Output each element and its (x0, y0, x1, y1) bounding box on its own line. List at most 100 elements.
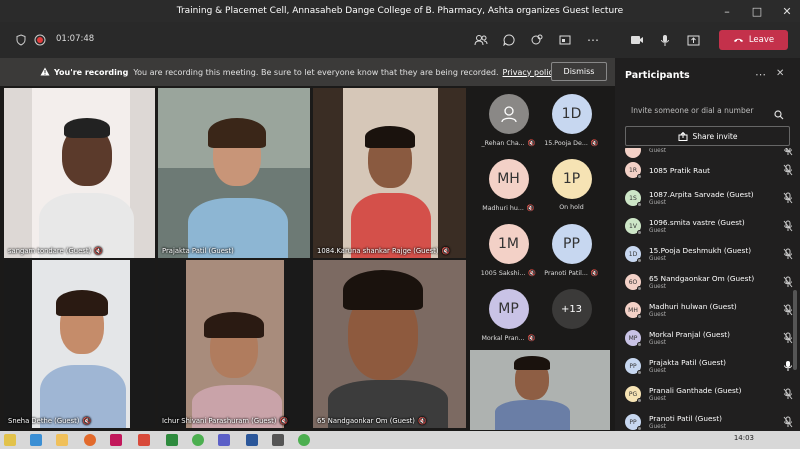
microphone-icon[interactable] (654, 29, 676, 51)
video-tile[interactable]: Sneha Dethe (Guest) 🔇 (4, 260, 155, 428)
close-icon[interactable]: ✕ (776, 68, 784, 79)
avatar-tile[interactable]: 1P On hold (544, 159, 599, 211)
tile-name: 65 Nandgaonkar Om (Guest) (317, 417, 415, 425)
mic-off-icon (784, 148, 793, 156)
participant-row[interactable]: PP Pranoti Patil (Guest) Guest (625, 408, 795, 431)
leave-button[interactable]: Leave (719, 30, 788, 50)
mic-off-icon: 🔇 (82, 417, 91, 425)
avatar: 1D (625, 246, 642, 263)
folder-icon[interactable] (56, 434, 68, 446)
participant-name: 65 Nandgaonkar Om (Guest) (649, 274, 755, 283)
mic-off-icon: 🔇 (527, 335, 536, 342)
video-stage: sangam tondare (Guest) 🔇 Prajakta Patil (… (0, 86, 615, 431)
invite-input[interactable]: Invite someone or dial a number (625, 100, 793, 120)
avatar-label: 15.Pooja De... (544, 139, 588, 147)
video-tile[interactable]: 1084.Karuna shankar Rajge (Guest) 🔇 (313, 88, 466, 258)
participant-row[interactable]: PP Prajakta Patil (Guest) Guest (625, 352, 795, 380)
more-options-icon[interactable]: ⋯ (582, 29, 604, 51)
participant-name: 1085 Pratik Raut (649, 165, 710, 175)
mic-off-icon (783, 388, 793, 400)
teams-icon[interactable] (218, 434, 230, 446)
share-screen-icon[interactable] (682, 29, 704, 51)
participant-name: Pranali Ganthade (Guest) (649, 386, 742, 395)
participant-role: Guest (649, 284, 667, 290)
reactions-icon[interactable] (526, 29, 548, 51)
avatar: 1D (551, 94, 592, 134)
mic-on-icon (784, 361, 792, 371)
avatar (488, 94, 529, 134)
maximize-icon[interactable]: □ (742, 0, 772, 22)
mic-off-icon (783, 220, 793, 232)
avatar-tile[interactable]: 1D 15.Pooja De... 🔇 (544, 94, 599, 147)
minimize-icon[interactable]: – (712, 0, 742, 22)
firefox-icon[interactable] (84, 434, 96, 446)
rooms-icon[interactable] (554, 29, 576, 51)
participants-list: Guest 1R 1085 Pratik Raut 1S 1087.Arpita… (615, 148, 800, 431)
tile-name: Sneha Dethe (Guest) (8, 417, 80, 425)
avatar-tile[interactable]: _Rehan Cha... 🔇 (481, 94, 536, 147)
avatar: MP (625, 330, 642, 347)
chrome-icon[interactable] (298, 434, 310, 446)
participant-row[interactable]: 1R 1085 Pratik Raut (625, 156, 795, 184)
participants-scrollbar[interactable] (793, 290, 797, 370)
avatar-tile[interactable]: MH Madhuri hu... 🔇 (481, 159, 536, 212)
video-tile[interactable]: sangam tondare (Guest) 🔇 (4, 88, 155, 258)
dismiss-button[interactable]: Dismiss (551, 62, 607, 81)
participant-row[interactable]: 6O 65 Nandgaonkar Om (Guest) Guest (625, 268, 795, 296)
participant-row[interactable]: MH Madhuri hulwan (Guest) Guest (625, 296, 795, 324)
overflow-tile[interactable]: +13 (544, 289, 599, 329)
tile-name: Ichur Shivani Parashuram (Guest) (162, 417, 277, 425)
word-icon[interactable] (246, 434, 258, 446)
participant-role: Guest (649, 228, 667, 234)
video-tile[interactable]: 65 Nandgaonkar Om (Guest) 🔇 (313, 260, 466, 428)
app-icon[interactable] (272, 434, 284, 446)
avatar-tile[interactable]: 1M 1005 Sakshi... 🔇 (481, 224, 536, 277)
participant-row[interactable]: MP Morkal Pranjal (Guest) Guest (625, 324, 795, 352)
ie-icon[interactable] (30, 434, 42, 446)
avatar-label: Madhuri hu... (482, 204, 524, 212)
avatar: 1M (488, 224, 529, 264)
participant-role: Guest (649, 256, 667, 262)
avatar-label: On hold (559, 204, 584, 211)
share-invite-button[interactable]: Share invite (625, 126, 790, 146)
avatar-label: _Rehan Cha... (481, 139, 525, 147)
mic-off-icon (783, 332, 793, 344)
participant-row[interactable]: 1V 1096.smita vastre (Guest) Guest (625, 212, 795, 240)
avatar-tile[interactable]: MP Morkal Pran... 🔇 (481, 289, 536, 342)
participant-row[interactable]: 1D 15.Pooja Deshmukh (Guest) Guest (625, 240, 795, 268)
video-tile[interactable]: Prajakta Patil (Guest) (158, 88, 310, 258)
privacy-policy-link[interactable]: Privacy policy (503, 68, 558, 77)
avatar: MH (488, 159, 529, 199)
participants-icon[interactable] (470, 29, 492, 51)
avatar: MP (488, 289, 529, 329)
chrome-icon[interactable] (192, 434, 204, 446)
self-view-tile[interactable] (470, 350, 610, 430)
video-tile[interactable]: Ichur Shivani Parashuram (Guest) 🔇 (158, 260, 310, 428)
participant-row[interactable]: 1S 1087.Arpita Sarvade (Guest) Guest (625, 184, 795, 212)
clock: 14:03 (733, 434, 754, 442)
participant-row[interactable]: PG Pranali Ganthade (Guest) Guest (625, 380, 795, 408)
mic-off-icon (783, 164, 793, 176)
avatar-tile[interactable]: PP Pranoti Patil... 🔇 (544, 224, 599, 277)
mic-off-icon: 🔇 (526, 205, 535, 212)
participants-panel: Participants ⋯ ✕ Invite someone or dial … (615, 58, 800, 431)
recording-icon (29, 29, 51, 51)
avatar-label: 1005 Sakshi... (480, 269, 526, 277)
window-title: Training & Placemet Cell, Annasaheb Dang… (176, 6, 624, 16)
chat-icon[interactable] (498, 29, 520, 51)
start-icon[interactable] (4, 434, 16, 446)
participant-role: Guest (649, 424, 667, 430)
app-icon[interactable] (110, 434, 122, 446)
mic-off-icon (783, 192, 793, 204)
search-icon[interactable] (774, 105, 784, 124)
more-options-icon[interactable]: ⋯ (755, 68, 766, 81)
share-label: Share invite (692, 131, 738, 141)
avatar: PP (625, 414, 642, 431)
camera-icon[interactable] (626, 29, 648, 51)
mic-off-icon: 🔇 (417, 417, 427, 425)
mic-off-icon: 🔇 (527, 140, 536, 147)
close-window-icon[interactable]: ✕ (772, 0, 800, 22)
taskbar: 14:03 (0, 431, 800, 449)
excel-icon[interactable] (166, 434, 178, 446)
app-icon[interactable] (138, 434, 150, 446)
